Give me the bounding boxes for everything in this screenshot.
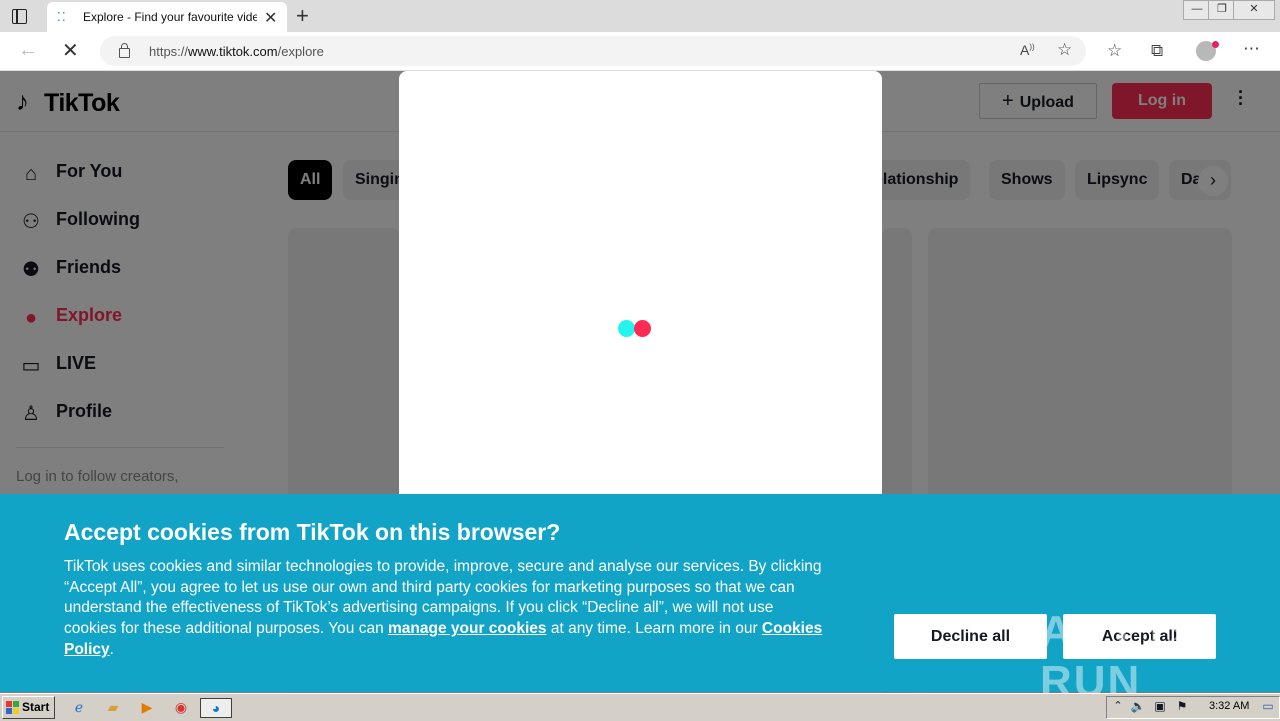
chrome-icon[interactable]: ◉ bbox=[172, 698, 190, 716]
clock[interactable]: 3:32 AM bbox=[1209, 700, 1249, 712]
start-label: Start bbox=[22, 700, 50, 714]
decline-all-button[interactable]: Decline all bbox=[894, 614, 1047, 659]
media-player-icon[interactable]: ▶ bbox=[138, 698, 156, 716]
back-icon[interactable]: ← bbox=[18, 39, 38, 62]
read-aloud-icon[interactable]: A)) bbox=[1020, 42, 1035, 58]
tray-expand-icon[interactable]: ⌃ bbox=[1109, 697, 1127, 715]
stop-loading-icon[interactable]: ✕ bbox=[62, 38, 79, 63]
show-desktop-icon[interactable]: ▭ bbox=[1259, 697, 1277, 715]
favorites-icon[interactable]: ☆ bbox=[1107, 41, 1122, 61]
accept-all-button[interactable]: Accept all bbox=[1063, 614, 1216, 659]
window-close-button[interactable]: ✕ bbox=[1233, 0, 1275, 20]
browser-profile-icon[interactable] bbox=[1196, 41, 1219, 61]
address-bar-row: ← ✕ https://www.tiktok.com/explore A)) ☆… bbox=[0, 32, 1280, 71]
ie-icon[interactable]: ℯ bbox=[70, 698, 88, 716]
tab-actions-icon[interactable] bbox=[10, 7, 28, 25]
lock-icon[interactable] bbox=[119, 43, 130, 58]
action-center-flag-icon[interactable]: ⚑ bbox=[1173, 697, 1191, 715]
cookie-text: . bbox=[109, 640, 114, 658]
edge-icon[interactable]: ◕ bbox=[200, 698, 232, 718]
settings-more-icon[interactable]: ⋯ bbox=[1243, 39, 1260, 59]
cookie-text: at any time. Learn more in our bbox=[546, 620, 762, 638]
tab-close-icon[interactable]: ✕ bbox=[264, 8, 277, 28]
active-tab[interactable]: ⁚⁚ Explore - Find your favourite vide ✕ bbox=[47, 2, 287, 32]
start-button[interactable]: Start bbox=[2, 696, 55, 719]
volume-icon[interactable]: 🔈 bbox=[1129, 697, 1147, 715]
url-text: https://www.tiktok.com/explore bbox=[149, 44, 324, 59]
tab-strip: ⁚⁚ Explore - Find your favourite vide ✕ … bbox=[0, 0, 1280, 32]
folder-icon[interactable]: ▰ bbox=[104, 698, 122, 716]
restore-button[interactable]: ❐ bbox=[1208, 0, 1236, 20]
collections-icon[interactable]: ⧉ bbox=[1151, 41, 1163, 61]
system-tray: ⌃ 🔈 ▣ ⚑ 3:32 AM ▭ bbox=[1106, 696, 1280, 719]
cookie-title: Accept cookies from TikTok on this brows… bbox=[64, 519, 561, 545]
loading-dot-cyan bbox=[618, 320, 635, 337]
taskbar: Start ℯ ▰ ▶ ◉ ◕ ⌃ 🔈 ▣ ⚑ 3:32 AM ▭ bbox=[0, 693, 1280, 721]
manage-cookies-link[interactable]: manage your cookies bbox=[388, 620, 547, 637]
loading-favicon-icon: ⁚⁚ bbox=[57, 10, 67, 24]
cookie-body: TikTok uses cookies and similar technolo… bbox=[64, 557, 824, 661]
tab-title: Explore - Find your favourite vide bbox=[83, 10, 257, 24]
windows-logo-icon bbox=[6, 701, 19, 714]
minimize-button[interactable]: — bbox=[1183, 0, 1211, 20]
network-icon[interactable]: ▣ bbox=[1151, 697, 1169, 715]
add-favorite-icon[interactable]: ☆ bbox=[1057, 40, 1072, 60]
login-modal bbox=[399, 71, 882, 501]
new-tab-button[interactable]: + bbox=[296, 3, 309, 29]
cookie-banner: Accept cookies from TikTok on this brows… bbox=[0, 494, 1280, 706]
loading-dot-red bbox=[634, 320, 651, 337]
url-field[interactable]: https://www.tiktok.com/explore A)) ☆ bbox=[100, 36, 1086, 66]
